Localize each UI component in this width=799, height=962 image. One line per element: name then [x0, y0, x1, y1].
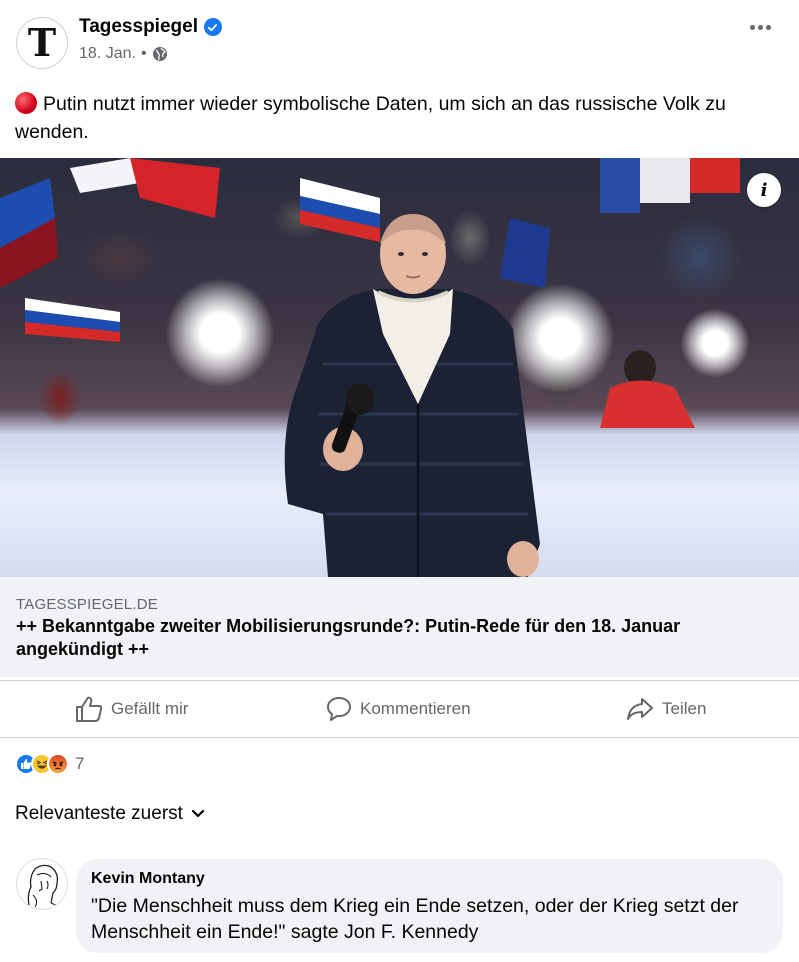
stadium-light: [680, 308, 750, 378]
speaker-figure: [284, 214, 540, 577]
more-icon: [757, 24, 763, 30]
reaction-count: 7: [75, 754, 85, 773]
flag-graphic: [70, 158, 220, 218]
more-options-button[interactable]: [745, 14, 775, 40]
share-button[interactable]: Teilen: [626, 681, 706, 737]
link-title[interactable]: ++ Bekanntgabe zweiter Mobilisierungsrun…: [16, 615, 786, 661]
link-domain: TAGESSPIEGEL.DE: [16, 596, 158, 613]
globe-icon: [152, 46, 168, 62]
post-header: T Tagesspiegel 18. Jan. •: [0, 0, 799, 80]
share-label: Teilen: [662, 699, 707, 718]
more-icon: [765, 24, 771, 30]
comment-author[interactable]: Kevin Montany: [91, 870, 205, 888]
post-meta: 18. Jan. •: [79, 45, 168, 63]
like-button[interactable]: Gefällt mir: [75, 681, 188, 737]
like-label: Gefällt mir: [111, 699, 189, 718]
flag-graphic: [25, 298, 120, 342]
comment-button[interactable]: Kommentieren: [326, 681, 471, 737]
verified-badge-icon: [203, 18, 222, 36]
stadium-light: [165, 278, 275, 388]
more-icon: [749, 24, 755, 30]
info-button[interactable]: i: [747, 173, 781, 207]
chevron-down-icon: [191, 809, 205, 818]
post-message: Putin nutzt immer wieder symbolische Dat…: [15, 93, 726, 143]
link-preview-image[interactable]: i: [0, 158, 799, 577]
sort-label: Relevanteste zuerst: [15, 803, 183, 824]
sketch-portrait-icon: [27, 864, 60, 909]
page-name[interactable]: Tagesspiegel: [79, 16, 198, 38]
red-circle-emoji-icon: [15, 92, 37, 114]
comment-bubble: Kevin Montany "Die Menschheit muss dem K…: [76, 859, 783, 953]
comment-label: Kommentieren: [360, 699, 471, 718]
comment-icon: [327, 697, 351, 721]
share-icon: [627, 698, 653, 720]
flag-graphic: [0, 178, 58, 288]
thumbs-up-icon: [76, 696, 103, 722]
meta-separator: •: [140, 45, 147, 62]
angry-reaction-icon: [47, 753, 69, 775]
post-actions-bar: Gefällt mir Kommentieren Teilen: [0, 680, 799, 738]
post-text: Putin nutzt immer wieder symbolische Dat…: [15, 90, 790, 146]
page-avatar[interactable]: T: [16, 17, 68, 69]
comment-text: "Die Menschheit muss dem Krieg ein Ende …: [91, 895, 739, 943]
flag-graphic: [600, 158, 740, 213]
info-icon: i: [760, 179, 768, 201]
link-preview-card[interactable]: TAGESSPIEGEL.DE ++ Bekanntgabe zweiter M…: [0, 577, 799, 677]
post-date[interactable]: 18. Jan.: [79, 45, 136, 63]
reactions-summary[interactable]: 7: [15, 753, 84, 775]
commenter-avatar[interactable]: [16, 858, 68, 910]
page-name-row: Tagesspiegel: [79, 16, 222, 38]
comment-sort-dropdown[interactable]: Relevanteste zuerst: [15, 803, 205, 825]
